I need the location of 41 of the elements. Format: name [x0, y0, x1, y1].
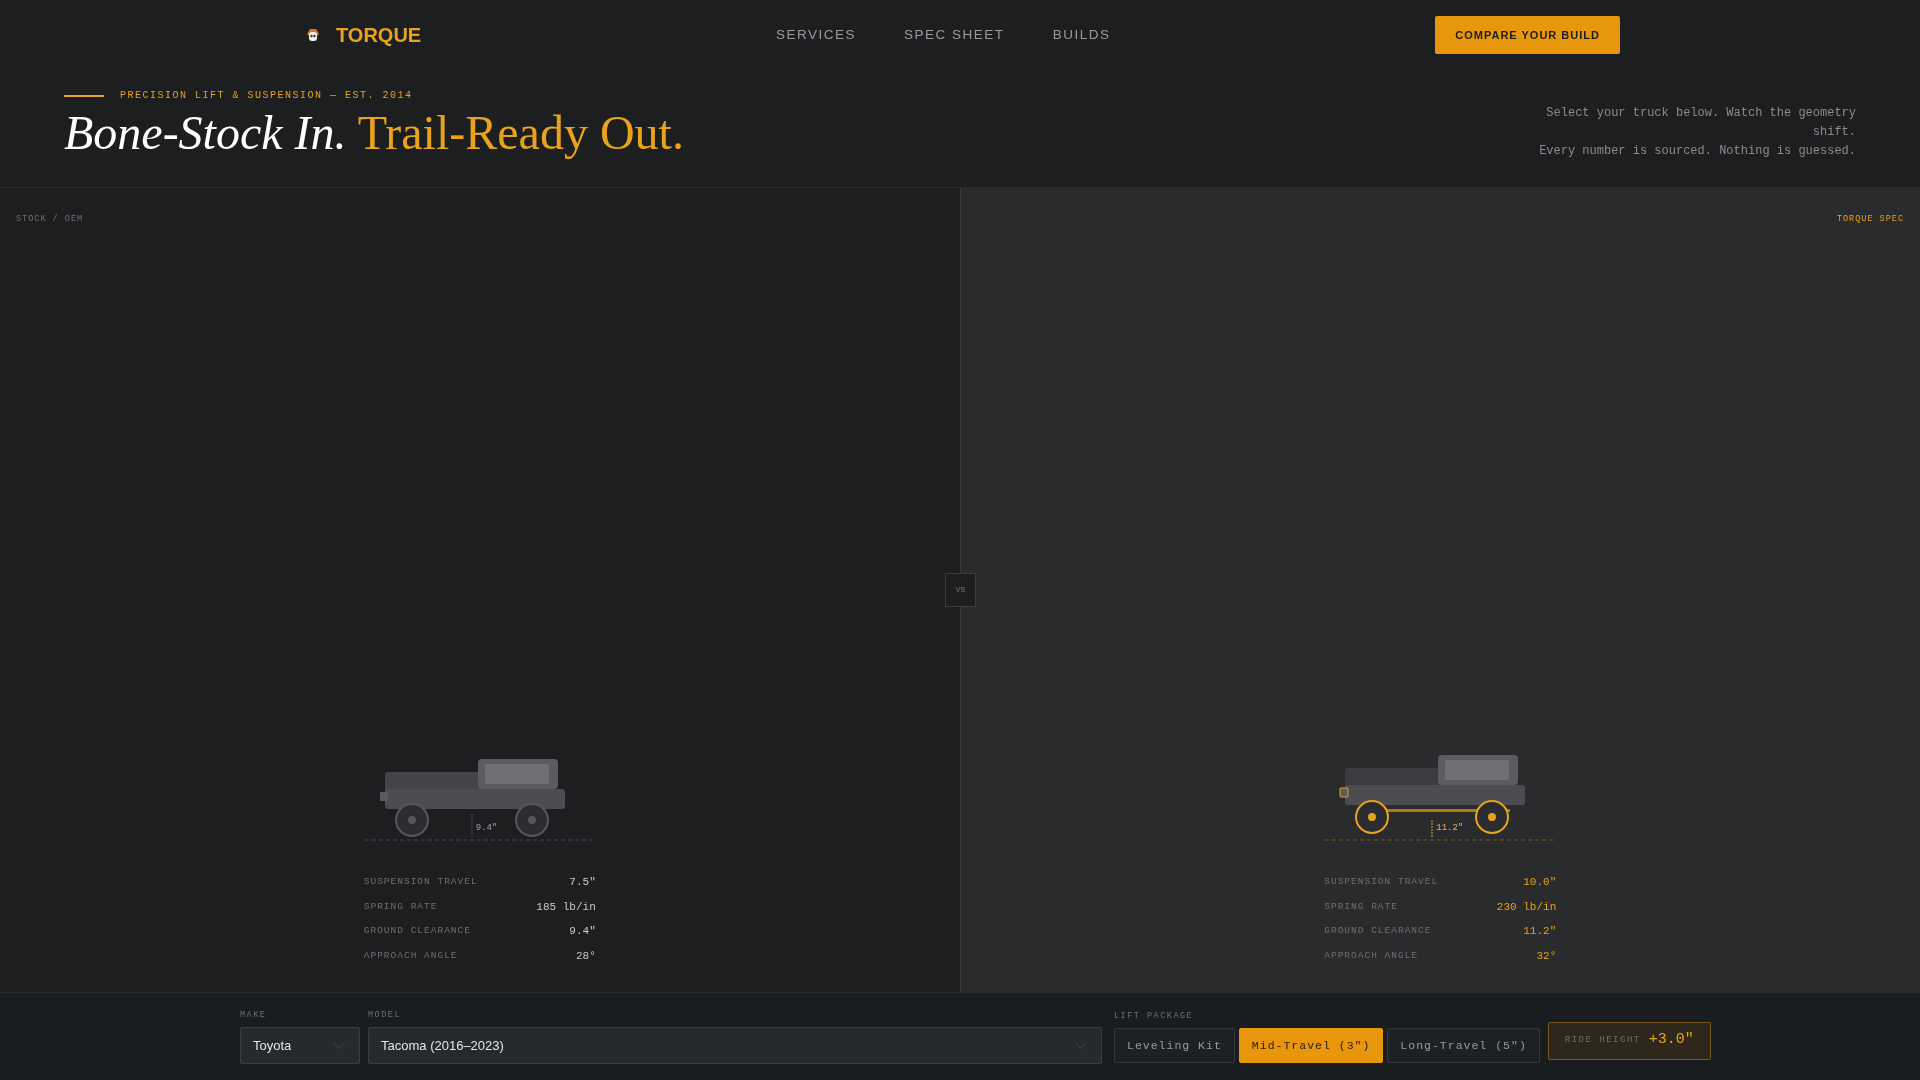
stat-label: SUSPENSION TRAVEL: [1324, 875, 1439, 890]
stat-label: GROUND CLEARANCE: [363, 924, 471, 939]
stat-value: 7.5": [569, 875, 596, 890]
package-button[interactable]: Long-Travel (5"): [1387, 1028, 1540, 1064]
clearance-label: 11.2": [1436, 824, 1464, 833]
panel-label: TORQUE SPEC: [1836, 213, 1904, 226]
panel-label: STOCK / OEM: [16, 213, 84, 226]
select-field[interactable]: Tacoma (2016–2023): [368, 1027, 1102, 1065]
nav-link[interactable]: BUILDS: [1052, 24, 1111, 46]
stat-value: 9.4": [569, 924, 596, 939]
package-button[interactable]: Mid-Travel (3"): [1238, 1028, 1384, 1064]
stat-value: 10.0": [1523, 875, 1557, 890]
stat-label: GROUND CLEARANCE: [1324, 924, 1432, 939]
stat-label: SUSPENSION TRAVEL: [363, 875, 478, 890]
stat-label: SPRING RATE: [363, 899, 438, 914]
stat-value: 11.2": [1523, 924, 1557, 939]
nav-link[interactable]: SERVICES: [776, 24, 857, 46]
stat-value: 28°: [575, 948, 596, 964]
field-label: LIFT PACKAGE: [1114, 1009, 1195, 1023]
blurb-text: Every number is sourced. Nothing is guessed.: [1538, 143, 1856, 160]
eyebrow-text: PRECISION LIFT & SUSPENSION — EST. 2014: [120, 89, 413, 103]
select-field[interactable]: Toyota: [240, 1027, 360, 1065]
stat-value: 185 lb/in: [536, 899, 596, 915]
field-label: MAKE: [240, 1008, 268, 1022]
stat-label: SPRING RATE: [1324, 899, 1398, 914]
stat-label: APPROACH ANGLE: [1324, 948, 1419, 963]
logo-icon: [306, 27, 320, 43]
stat-value: 32°: [1536, 948, 1557, 964]
package-button[interactable]: Leveling Kit: [1114, 1028, 1235, 1064]
brand-name[interactable]: TORQUE: [336, 20, 422, 50]
stat-label: APPROACH ANGLE: [363, 948, 458, 963]
headline: Bone-Stock In. Trail-Ready Out.: [64, 107, 684, 160]
blurb-text: Select your truck below. Watch the geometry shift.: [1545, 105, 1856, 141]
compare-build-button[interactable]: COMPARE YOUR BUILD: [1435, 15, 1620, 55]
clearance-label: 9.4": [475, 824, 498, 833]
field-label: MODEL: [368, 1008, 402, 1022]
readout-value: +3.0": [1648, 1030, 1694, 1051]
vs-badge: VS: [945, 573, 976, 607]
readout-label: RIDE HEIGHT: [1564, 1033, 1641, 1047]
nav-link[interactable]: SPEC SHEET: [904, 24, 1005, 46]
stat-value: 230 lb/in: [1496, 899, 1557, 915]
